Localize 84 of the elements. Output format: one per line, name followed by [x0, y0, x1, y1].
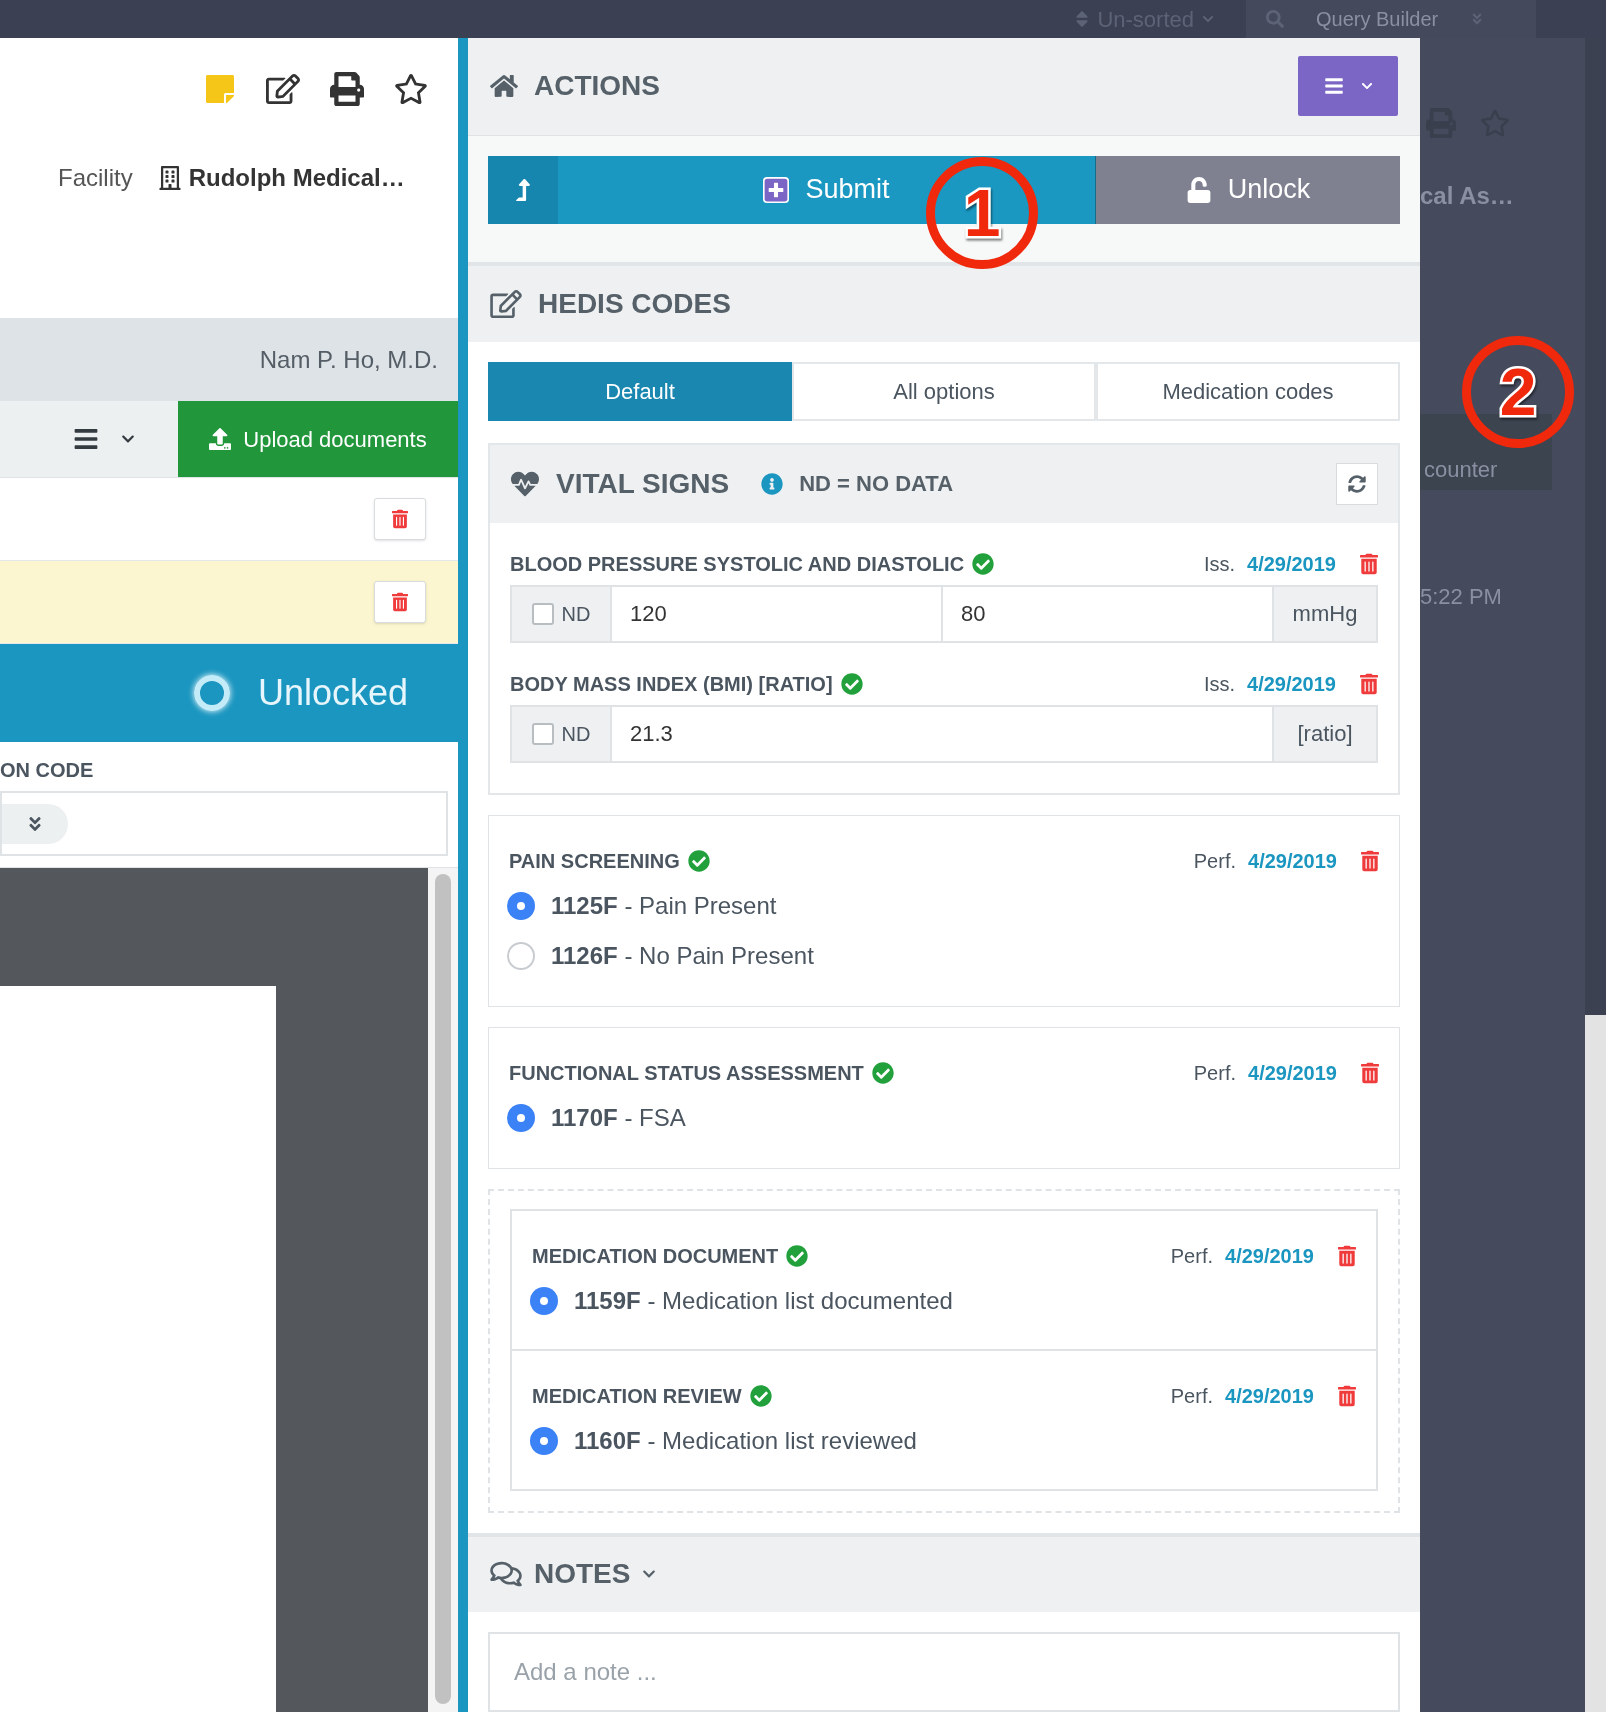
heartbeat-icon — [510, 470, 540, 498]
ring-icon — [193, 675, 230, 711]
date-link[interactable]: 4/29/2019 — [1225, 1241, 1314, 1271]
date-link[interactable]: 4/29/2019 — [1247, 669, 1336, 699]
delete-button[interactable] — [374, 581, 426, 623]
date-link[interactable]: 4/29/2019 — [1248, 846, 1337, 876]
date-prefix: Iss. — [1203, 672, 1235, 697]
measure-label: BLOOD PRESSURE SYSTOLIC AND DIASTOLIC — [510, 552, 965, 577]
radio-button[interactable] — [507, 1104, 535, 1132]
annotation-marker: 2 — [1462, 336, 1574, 448]
radio-button[interactable] — [507, 942, 535, 970]
scrollbar[interactable] — [435, 874, 451, 1704]
upload-icon — [209, 428, 232, 450]
trash-icon[interactable] — [1338, 1385, 1356, 1407]
arrow-up-icon — [515, 178, 531, 201]
measure-label: MEDICATION DOCUMENT — [532, 1244, 779, 1269]
unlock-icon — [1185, 176, 1212, 203]
measure-label: PAIN SCREENING — [509, 849, 680, 874]
facility-name: Rudolph Medical… — [188, 163, 405, 193]
info-icon — [761, 473, 784, 495]
section-title: NOTES — [534, 1557, 631, 1592]
background-time: 5:22 PM — [1420, 583, 1503, 611]
date-prefix: Perf. — [1170, 1384, 1213, 1409]
note-field[interactable]: Add a note ... — [488, 1632, 1400, 1712]
home-icon — [490, 73, 518, 100]
date-prefix: Perf. — [1193, 849, 1236, 874]
trash-icon[interactable] — [1360, 673, 1378, 695]
radio-button[interactable] — [530, 1287, 558, 1315]
background-title: cal As… — [1420, 181, 1515, 211]
edit-icon — [490, 290, 522, 319]
tab[interactable]: Medication codes — [1096, 362, 1400, 421]
radio-button[interactable] — [530, 1427, 558, 1455]
action-button[interactable]: Unlock — [1096, 155, 1400, 224]
scrollbar[interactable] — [1585, 1015, 1606, 1712]
card-title: VITAL SIGNS — [556, 467, 730, 501]
date-link[interactable]: 4/29/2019 — [1225, 1381, 1314, 1411]
option-text[interactable]: 1125F - Pain Present — [551, 888, 777, 924]
option-text[interactable]: 1126F - No Pain Present — [551, 938, 814, 974]
measure-label: MEDICATION REVIEW — [532, 1384, 742, 1409]
option-text[interactable]: 1170F - FSA — [551, 1100, 686, 1136]
facility-label: Facility — [58, 163, 133, 193]
date-prefix: Perf. — [1170, 1244, 1213, 1269]
legend-text: ND = NO DATA — [799, 470, 953, 499]
menu-icon — [1323, 76, 1345, 97]
radio-button[interactable] — [507, 892, 535, 920]
trash-icon — [392, 592, 408, 612]
field-label: ON CODE — [0, 758, 95, 783]
option-text[interactable]: 1160F - Medication list reviewed — [574, 1423, 917, 1459]
tab[interactable]: All options — [792, 362, 1096, 421]
expand-pill[interactable] — [2, 803, 68, 844]
query-builder-button[interactable]: Query Builder — [1246, 0, 1536, 38]
trash-icon[interactable] — [1361, 1062, 1379, 1084]
date-prefix: Perf. — [1193, 1061, 1236, 1086]
upload-arrow-button[interactable] — [488, 155, 558, 224]
building-icon — [158, 166, 181, 190]
edit-icon[interactable] — [266, 72, 300, 106]
option-text[interactable]: 1159F - Medication list documented — [574, 1283, 953, 1319]
trash-icon — [392, 509, 408, 529]
provider-name: Nam P. Ho, M.D. — [259, 344, 438, 375]
print-icon[interactable] — [330, 72, 364, 106]
status-text: Unlocked — [257, 671, 408, 715]
tab[interactable]: Default — [488, 362, 792, 421]
star-icon[interactable] — [394, 72, 428, 106]
trash-icon[interactable] — [1360, 553, 1378, 575]
date-prefix: Iss. — [1203, 552, 1235, 577]
double-chevron-icon — [27, 814, 43, 833]
upload-documents-button[interactable]: Upload documents — [178, 401, 458, 477]
delete-button[interactable] — [374, 498, 426, 540]
menu-icon[interactable] — [72, 426, 100, 452]
plus-icon — [763, 176, 790, 203]
refresh-icon — [1348, 475, 1366, 493]
search-icon — [1266, 10, 1284, 28]
select-field[interactable] — [0, 791, 448, 856]
comments-icon — [490, 1560, 522, 1589]
menu-button[interactable] — [1298, 56, 1398, 117]
measure-label: FUNCTIONAL STATUS ASSESSMENT — [509, 1061, 864, 1086]
date-link[interactable]: 4/29/2019 — [1248, 1058, 1337, 1088]
trash-icon[interactable] — [1361, 850, 1379, 872]
measure-label: BODY MASS INDEX (BMI) [RATIO] — [510, 672, 833, 697]
panel-title: ACTIONS — [534, 69, 660, 104]
date-link[interactable]: 4/29/2019 — [1247, 549, 1336, 579]
refresh-button[interactable] — [1336, 463, 1378, 505]
section-title: HEDIS CODES — [538, 287, 731, 322]
trash-icon[interactable] — [1338, 1245, 1356, 1267]
